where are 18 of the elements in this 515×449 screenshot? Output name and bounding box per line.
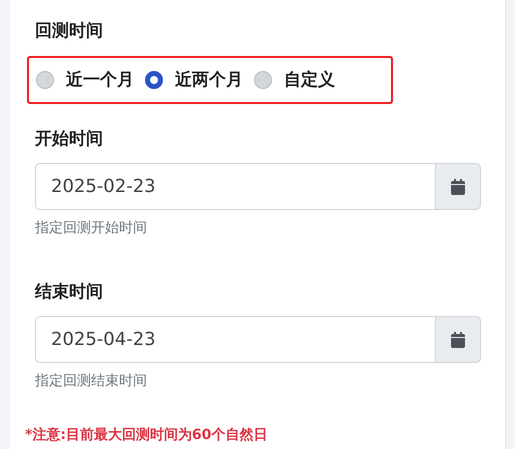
hint-text: 指定回测结束时间 [35,372,147,390]
radio-button[interactable] [145,71,163,89]
hint-text: 指定回测开始时间 [35,219,147,237]
radio-button[interactable] [36,71,54,89]
field-label: 开始时间 [35,128,103,150]
calendar-button[interactable] [435,316,481,363]
warning-note: *注意:目前最大回测时间为60个自然日 [25,426,268,444]
radio-label[interactable]: 近一个月 [66,69,134,91]
date-field[interactable]: 2025-04-23 [35,316,435,363]
section-title: 回测时间 [35,20,103,42]
radio-label[interactable]: 自定义 [284,69,335,91]
radio-button[interactable] [254,71,272,89]
calendar-icon [451,332,465,348]
field-label: 结束时间 [35,281,103,303]
calendar-button[interactable] [435,163,481,210]
calendar-icon [451,178,465,194]
date-field[interactable]: 2025-02-23 [35,163,435,210]
radio-label[interactable]: 近两个月 [175,69,243,91]
